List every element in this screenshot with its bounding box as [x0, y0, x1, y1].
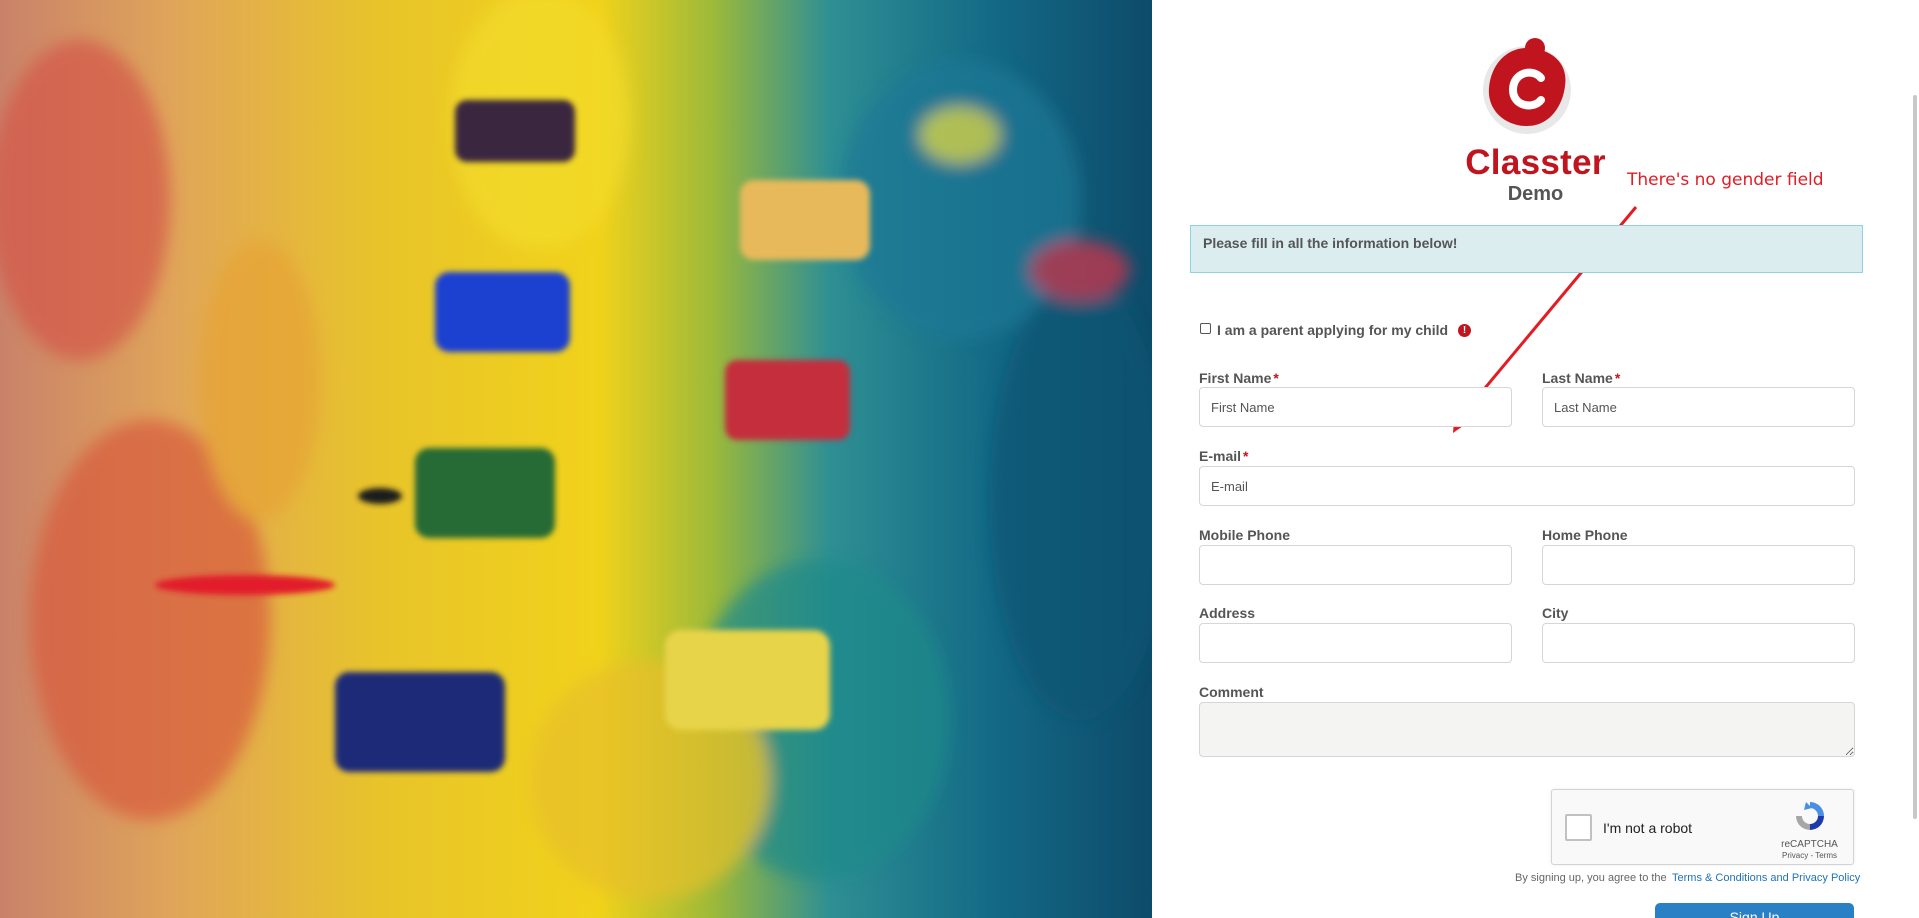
hero-background-image	[0, 0, 1152, 918]
email-input[interactable]	[1199, 466, 1855, 506]
required-marker: *	[1273, 370, 1279, 386]
last-name-label: Last Name *	[1542, 370, 1621, 386]
scrollbar[interactable]	[1913, 95, 1917, 819]
recaptcha-checkbox[interactable]	[1565, 814, 1592, 841]
mobile-phone-input[interactable]	[1199, 545, 1512, 585]
parent-checkbox-label[interactable]: I am a parent applying for my child	[1217, 322, 1448, 338]
recaptcha-privacy-terms-link[interactable]: Privacy - Terms	[1772, 851, 1847, 860]
recaptcha-logo-icon	[1796, 802, 1824, 830]
address-label: Address	[1199, 605, 1256, 621]
required-marker: *	[1614, 370, 1621, 386]
info-notice: Please fill in all the information below…	[1190, 225, 1863, 273]
info-icon[interactable]: !	[1458, 324, 1471, 337]
home-phone-input[interactable]	[1542, 545, 1855, 585]
recaptcha-label: I'm not a robot	[1603, 820, 1693, 836]
first-name-label: First Name *	[1199, 370, 1279, 386]
city-input[interactable]	[1542, 623, 1855, 663]
home-phone-label: Home Phone	[1542, 527, 1628, 543]
comment-label: Comment	[1199, 684, 1264, 700]
mobile-phone-label: Mobile Phone	[1199, 527, 1290, 543]
required-marker: *	[1243, 448, 1249, 464]
comment-textarea[interactable]	[1199, 702, 1855, 757]
recaptcha-widget: I'm not a robot reCAPTCHA Privacy - Term…	[1551, 789, 1854, 865]
email-label: E-mail *	[1199, 448, 1249, 464]
agreement-text: By signing up, you agree to the	[1515, 872, 1667, 884]
address-input[interactable]	[1199, 623, 1512, 663]
first-name-input[interactable]	[1199, 387, 1512, 427]
signup-panel: Classter Demo There's no gender field Pl…	[1152, 0, 1919, 918]
recaptcha-brand: reCAPTCHA	[1781, 839, 1838, 850]
terms-link[interactable]: Terms & Conditions and Privacy Policy	[1672, 872, 1860, 884]
last-name-input[interactable]	[1542, 387, 1855, 427]
arrow-annotation-icon	[1453, 206, 1638, 433]
signup-button[interactable]: Sign Up	[1655, 903, 1854, 918]
city-label: City	[1542, 605, 1569, 621]
notice-text: Please fill in all the information below…	[1203, 235, 1458, 251]
paint-swatch-photo	[0, 0, 1152, 918]
parent-checkbox[interactable]	[1200, 323, 1211, 334]
